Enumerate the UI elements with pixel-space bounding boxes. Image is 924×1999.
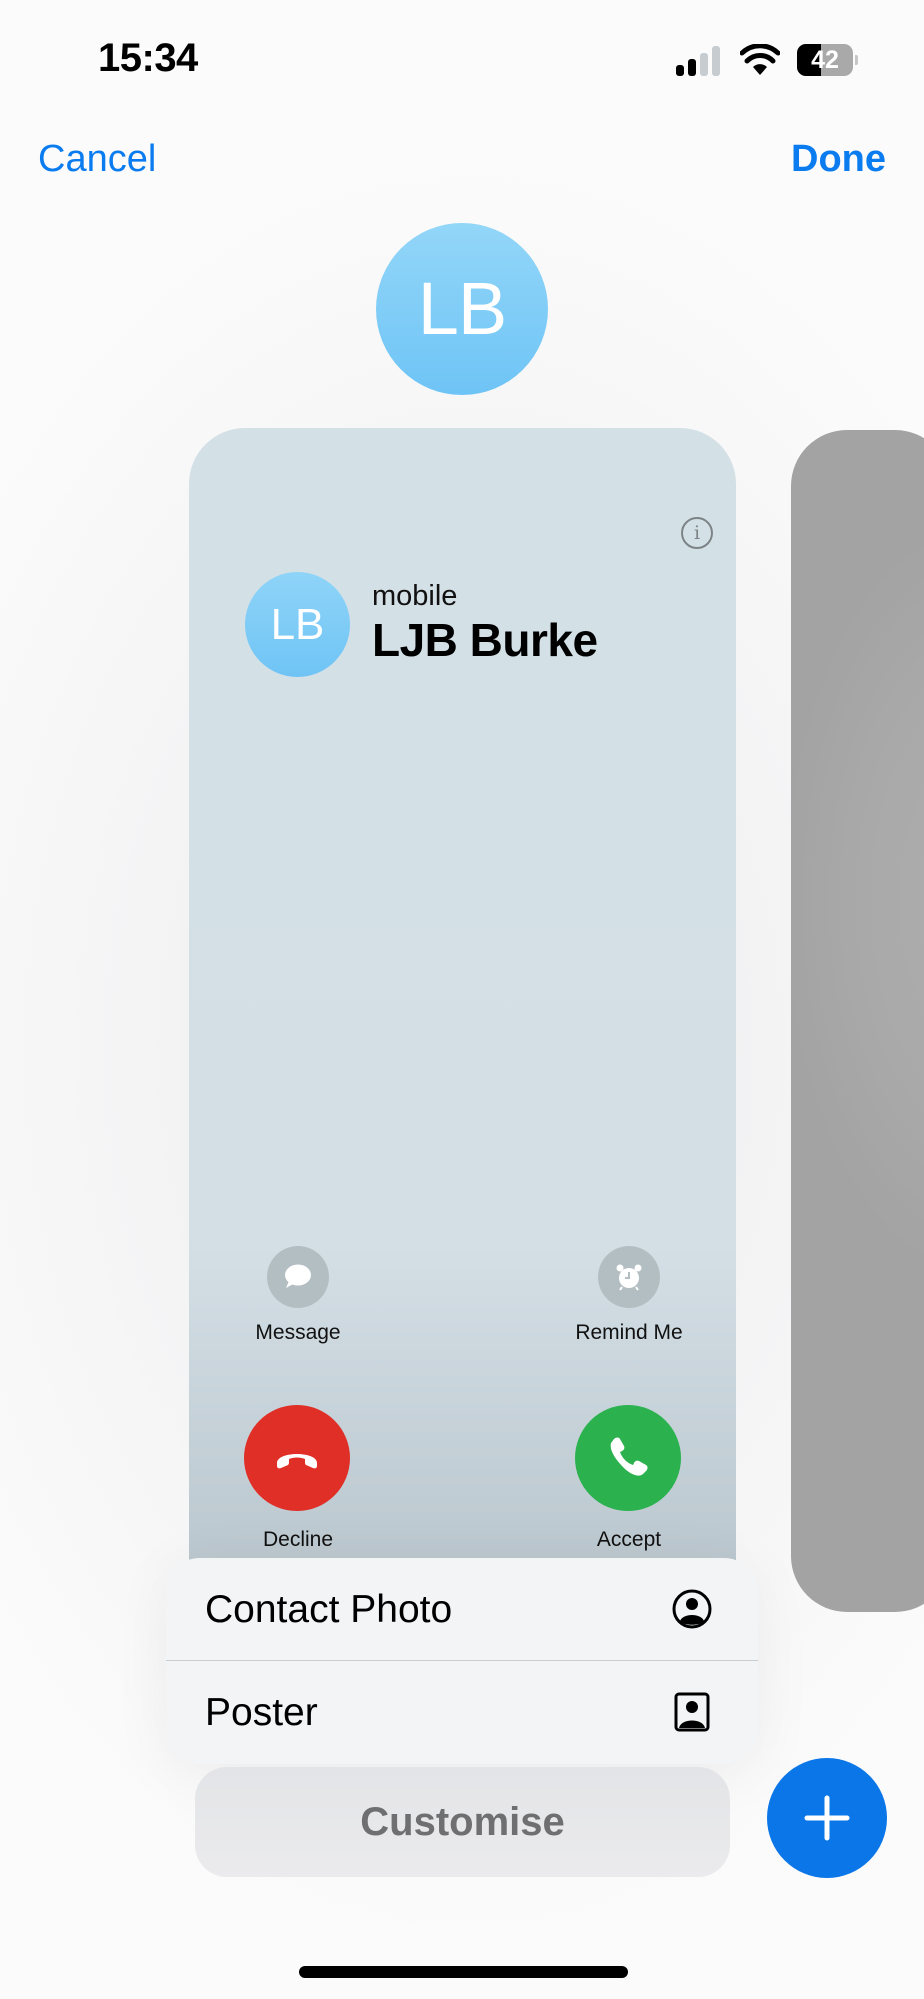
alarm-clock-icon bbox=[616, 1264, 642, 1291]
accept-label: Accept bbox=[596, 1528, 662, 1551]
wifi-icon bbox=[739, 43, 781, 76]
info-icon[interactable]: i bbox=[681, 517, 713, 549]
person-crop-rectangle-icon bbox=[674, 1692, 710, 1732]
remind-me-label: Remind Me bbox=[575, 1321, 683, 1344]
message-button[interactable] bbox=[267, 1246, 329, 1308]
next-poster-card[interactable] bbox=[791, 430, 924, 1612]
done-button[interactable]: Done bbox=[791, 138, 886, 181]
person-crop-circle-icon bbox=[672, 1589, 712, 1629]
menu-item-poster[interactable]: Poster bbox=[166, 1661, 758, 1764]
phone-down-icon bbox=[277, 1454, 317, 1469]
contact-name: LJB Burke bbox=[372, 614, 598, 666]
cellular-signal-icon bbox=[676, 46, 722, 76]
contact-avatar[interactable]: LB bbox=[376, 223, 548, 395]
menu-item-contact-photo[interactable]: Contact Photo bbox=[166, 1558, 758, 1661]
accept-button[interactable] bbox=[575, 1405, 681, 1511]
poster-avatar: LB bbox=[245, 572, 350, 677]
phone-label: mobile bbox=[372, 580, 458, 612]
decline-button[interactable] bbox=[244, 1405, 350, 1511]
phone-icon bbox=[610, 1437, 648, 1476]
decline-label: Decline bbox=[262, 1528, 334, 1551]
customise-menu: Contact Photo Poster bbox=[166, 1558, 758, 1764]
menu-item-label: Contact Photo bbox=[205, 1588, 453, 1631]
battery-icon: 42 bbox=[797, 44, 858, 76]
add-poster-button[interactable] bbox=[767, 1758, 887, 1878]
menu-item-label: Poster bbox=[205, 1691, 318, 1734]
battery-level: 42 bbox=[811, 46, 839, 74]
customise-button[interactable]: Customise bbox=[195, 1767, 730, 1877]
status-time: 15:34 bbox=[98, 36, 198, 80]
remind-me-button[interactable] bbox=[598, 1246, 660, 1308]
home-indicator[interactable] bbox=[299, 1966, 628, 1978]
message-bubble-icon bbox=[285, 1264, 311, 1288]
message-label: Message bbox=[255, 1321, 341, 1344]
cancel-button[interactable]: Cancel bbox=[38, 138, 156, 181]
poster-card[interactable]: i LB mobile LJB Burke Message Remind Me … bbox=[189, 428, 736, 1598]
plus-icon bbox=[804, 1795, 850, 1841]
